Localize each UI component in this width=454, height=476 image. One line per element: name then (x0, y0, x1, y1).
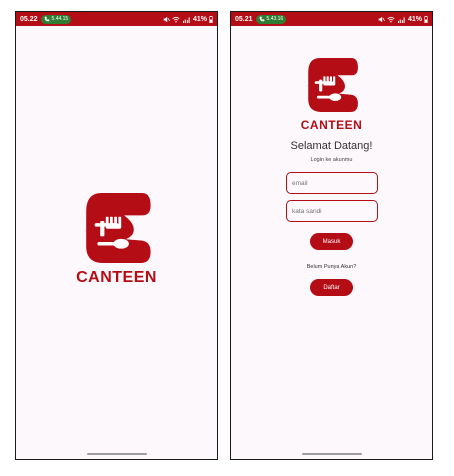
ongoing-call-chip[interactable]: 5.43.16 (255, 14, 287, 24)
phone-icon (44, 16, 49, 22)
mute-icon (378, 16, 385, 22)
battery-percentage: 41% (407, 15, 422, 23)
call-duration: 5.44.15 (51, 16, 69, 22)
signal-icon (182, 16, 190, 23)
ongoing-call-chip[interactable]: 5.44.15 (40, 14, 72, 24)
battery-icon (424, 15, 428, 23)
brand-name: CANTEEN (300, 118, 363, 132)
canteen-logo-icon (307, 58, 358, 112)
status-bar: 05.21 5.43.16 41% (231, 12, 432, 26)
signal-icon (397, 16, 405, 23)
app-logo: CANTEEN (16, 190, 217, 287)
battery-percentage: 41% (192, 15, 207, 23)
wifi-icon (387, 16, 395, 22)
splash-screen: 05.22 5.44.15 41% CANTEEN (15, 11, 218, 460)
status-icons: 41% (163, 15, 213, 23)
call-duration: 5.43.16 (266, 16, 284, 22)
canteen-logo-icon (85, 193, 151, 263)
login-screen: 05.21 5.43.16 41% CANTEEN Selamat Datang… (230, 11, 433, 460)
mute-icon (163, 16, 170, 22)
welcome-heading: Selamat Datang! (290, 140, 373, 152)
password-field[interactable] (286, 200, 378, 222)
no-account-text: Belum Punya Akun? (306, 264, 357, 270)
login-subtitle: Login ke akunmu (310, 157, 353, 163)
phone-icon (259, 16, 264, 22)
login-button[interactable]: Masuk (310, 233, 353, 250)
email-field[interactable] (286, 172, 378, 194)
home-indicator[interactable] (301, 453, 362, 455)
status-time: 05.21 (235, 15, 253, 23)
status-icons: 41% (378, 15, 428, 23)
status-time: 05.22 (20, 15, 38, 23)
app-logo: CANTEEN (231, 54, 432, 132)
register-button[interactable]: Daftar (310, 279, 353, 296)
wifi-icon (172, 16, 180, 22)
brand-name: CANTEEN (76, 269, 157, 286)
status-bar: 05.22 5.44.15 41% (16, 12, 217, 26)
home-indicator[interactable] (86, 453, 147, 455)
battery-icon (209, 15, 213, 23)
